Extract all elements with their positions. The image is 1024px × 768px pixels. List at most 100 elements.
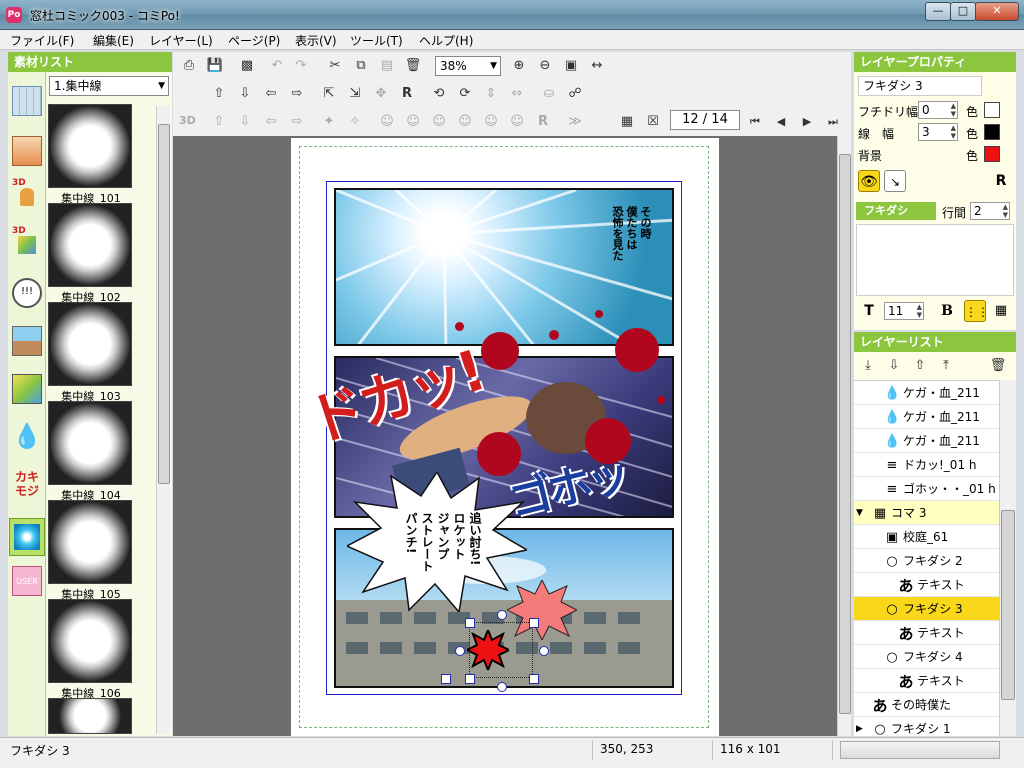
page-indicator[interactable]: 12 / 14 xyxy=(670,110,740,130)
collapse-arrow-icon[interactable]: ▶ xyxy=(856,717,863,736)
resize-handle-e[interactable] xyxy=(539,646,549,656)
zoom-out-icon[interactable]: ⊖ xyxy=(535,56,555,76)
onomatopoeia-kakimoji-icon[interactable]: カキ モジ xyxy=(12,470,42,500)
stepper-arrows-icon[interactable]: ▲ ▼ xyxy=(917,303,922,319)
reset-icon[interactable]: R xyxy=(397,84,417,104)
line-color-swatch[interactable] xyxy=(984,124,1000,140)
background-icon[interactable] xyxy=(12,86,42,116)
scale-up-icon[interactable]: ⇱ xyxy=(319,84,339,104)
material-thumb[interactable] xyxy=(48,698,132,734)
last-page-icon[interactable]: ⏭ xyxy=(823,112,843,132)
layer-row[interactable]: ○ フキダシ 2 xyxy=(854,549,999,573)
3d-nod-up-icon[interactable]: ☺ xyxy=(481,112,501,132)
rotate-handle[interactable] xyxy=(497,610,507,620)
3d-forward-icon[interactable]: ≫ xyxy=(565,112,585,132)
material-thumb[interactable] xyxy=(48,599,132,683)
3d-right-icon[interactable]: ⇨ xyxy=(287,112,307,132)
3d-up-icon[interactable]: ⇧ xyxy=(209,112,229,132)
user-material-icon[interactable]: USER xyxy=(12,566,42,596)
move-to-bottom-icon[interactable]: ⤓ xyxy=(858,356,878,376)
panel-1-sky[interactable]: その時 僕たちは 恐怖を見た xyxy=(334,188,674,346)
rotate-right-icon[interactable]: ⟳ xyxy=(455,84,475,104)
speech-bubble-icon[interactable]: !!! xyxy=(12,278,42,308)
move-up-icon[interactable]: ⇧ xyxy=(209,84,229,104)
reset-icon[interactable]: R xyxy=(990,170,1012,192)
background-color-swatch[interactable] xyxy=(984,146,1000,162)
layer-row[interactable]: ▶ ○ フキダシ 1 xyxy=(854,717,999,737)
material-thumb[interactable] xyxy=(48,302,132,386)
3d-expand-icon[interactable]: ✦ xyxy=(319,112,339,132)
fit-page-icon[interactable]: ▣ xyxy=(561,56,581,76)
menu-tool[interactable]: ツール(T) xyxy=(350,32,403,49)
bold-button[interactable]: B xyxy=(936,300,958,322)
move-right-icon[interactable]: ⇨ xyxy=(287,84,307,104)
copy-icon[interactable]: ⧉ xyxy=(351,56,371,76)
lock-icon[interactable]: ⛀ xyxy=(539,84,559,104)
scrollbar-thumb[interactable] xyxy=(839,154,851,714)
scrollbar-thumb[interactable] xyxy=(1001,510,1015,700)
rotate-left-icon[interactable]: ⟲ xyxy=(429,84,449,104)
first-page-icon[interactable]: ⏮ xyxy=(745,112,765,132)
photo-background-icon[interactable] xyxy=(12,136,42,166)
stepper-arrows-icon[interactable]: ▲ ▼ xyxy=(1003,203,1008,219)
minimize-button[interactable]: — xyxy=(925,2,951,21)
prev-page-icon[interactable]: ◀ xyxy=(771,112,791,132)
narration-text[interactable]: その時 僕たちは 恐怖を見た xyxy=(610,206,652,261)
scrollbar-thumb[interactable] xyxy=(158,124,170,484)
3d-object-icon[interactable]: 3D xyxy=(12,226,42,256)
3d-left-icon[interactable]: ⇦ xyxy=(261,112,281,132)
menu-edit[interactable]: 編集(E) xyxy=(93,32,134,49)
layer-row[interactable]: 💧 ケガ・血_211 xyxy=(854,405,999,429)
resize-handle-s[interactable] xyxy=(497,682,507,692)
bubble-text-editor[interactable] xyxy=(856,224,1014,296)
material-scrollbar[interactable] xyxy=(156,106,170,734)
maximize-button[interactable]: □ xyxy=(950,2,976,21)
print-icon[interactable]: ⎙ xyxy=(179,56,199,76)
zoom-in-icon[interactable]: ⊕ xyxy=(509,56,529,76)
blood-splat[interactable] xyxy=(615,328,659,372)
3d-character-icon[interactable]: 3D xyxy=(12,178,42,208)
save-icon[interactable]: 💾 xyxy=(205,56,225,76)
flip-vertical-icon[interactable]: ⇕ xyxy=(481,84,501,104)
move-down-layer-icon[interactable]: ⇩ xyxy=(884,356,904,376)
layer-row[interactable]: ≡ ゴホッ・・_01 h xyxy=(854,477,999,501)
font-icon[interactable]: T xyxy=(858,300,880,322)
layer-row[interactable]: ○ フキダシ 4 xyxy=(854,645,999,669)
tab-fukidashi[interactable]: フキダシ xyxy=(856,202,936,220)
delete-icon[interactable]: 🗑 xyxy=(403,56,423,76)
3d-tilt-right-icon[interactable]: ☺ xyxy=(455,112,475,132)
move-up-layer-icon[interactable]: ⇧ xyxy=(910,356,930,376)
delete-layer-icon[interactable]: 🗑 xyxy=(988,356,1008,376)
3d-nod-down-icon[interactable]: ☺ xyxy=(507,112,527,132)
fit-width-icon[interactable]: ↔ xyxy=(587,56,607,76)
menu-view[interactable]: 表示(V) xyxy=(295,32,337,49)
border-color-swatch[interactable] xyxy=(984,102,1000,118)
3d-reset-icon[interactable]: R xyxy=(533,112,553,132)
3d-cube-icon[interactable] xyxy=(12,374,42,404)
3d-shrink-icon[interactable]: ✧ xyxy=(345,112,365,132)
effect-drop-icon[interactable]: 💧 xyxy=(12,422,42,452)
cut-icon[interactable]: ✂ xyxy=(325,56,345,76)
move-down-icon[interactable]: ⇩ xyxy=(235,84,255,104)
resize-handle-sw[interactable] xyxy=(465,674,475,684)
layer-row[interactable]: ≡ ドカッ!_01 h xyxy=(854,453,999,477)
canvas-scrollbar[interactable] xyxy=(837,136,851,736)
menu-layer[interactable]: レイヤー(L) xyxy=(149,32,213,49)
tail-toggle-icon[interactable]: ↘ xyxy=(884,170,906,192)
page-settings-icon[interactable]: ▦ xyxy=(617,112,637,132)
resize-handle-se[interactable] xyxy=(529,674,539,684)
resize-handle-ne[interactable] xyxy=(529,618,539,628)
menu-page[interactable]: ページ(P) xyxy=(228,32,280,49)
layer-list-scrollbar[interactable] xyxy=(999,380,1016,736)
layer-row[interactable]: 💧 ケガ・血_211 xyxy=(854,429,999,453)
border-width-stepper[interactable]: 0 ▲ ▼ xyxy=(918,101,958,119)
layer-row[interactable]: あテキスト xyxy=(854,621,999,645)
selection-box[interactable] xyxy=(441,610,549,692)
vertical-text-icon[interactable]: ⋮⋮ xyxy=(964,300,989,322)
layer-row[interactable]: あテキスト xyxy=(854,669,999,693)
undo-icon[interactable]: ↶ xyxy=(267,56,287,76)
material-thumb[interactable] xyxy=(48,203,132,287)
layer-row[interactable]: ▣ 校庭_61 xyxy=(854,525,999,549)
layer-row[interactable]: 💧 ケガ・血_211 xyxy=(854,381,999,405)
layer-name-field[interactable]: フキダシ 3 xyxy=(858,76,982,96)
